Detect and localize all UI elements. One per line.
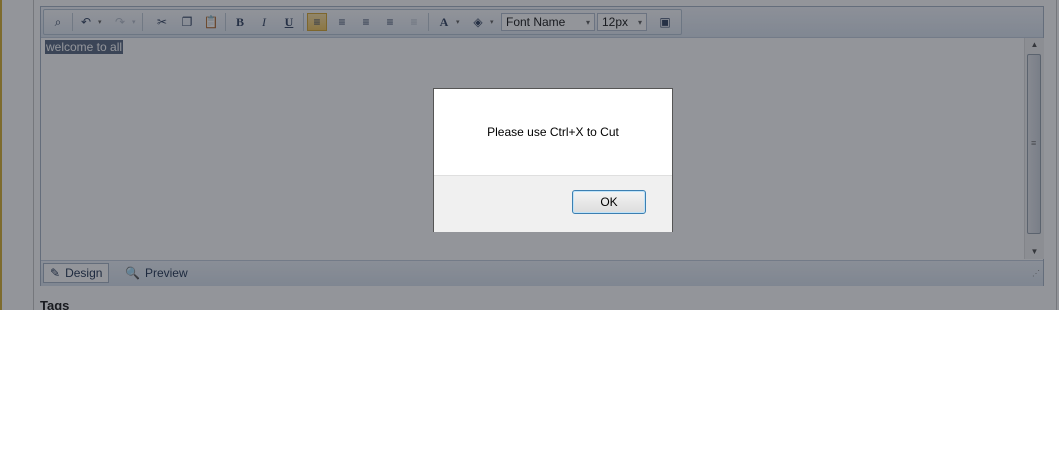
dialog-footer: OK bbox=[434, 175, 672, 232]
alert-dialog: Please use Ctrl+X to Cut OK bbox=[433, 88, 673, 232]
page-background: ⌕ ↶ ▾ ↷ ▾ ✂ ❐ 📋 B I U ≡ ≡ ≡ ≡ ≡ A ▾ ◈ ▾ … bbox=[0, 0, 1059, 310]
dialog-message-area: Please use Ctrl+X to Cut bbox=[434, 89, 672, 175]
dialog-message: Please use Ctrl+X to Cut bbox=[487, 125, 619, 139]
ok-button[interactable]: OK bbox=[572, 190, 646, 214]
